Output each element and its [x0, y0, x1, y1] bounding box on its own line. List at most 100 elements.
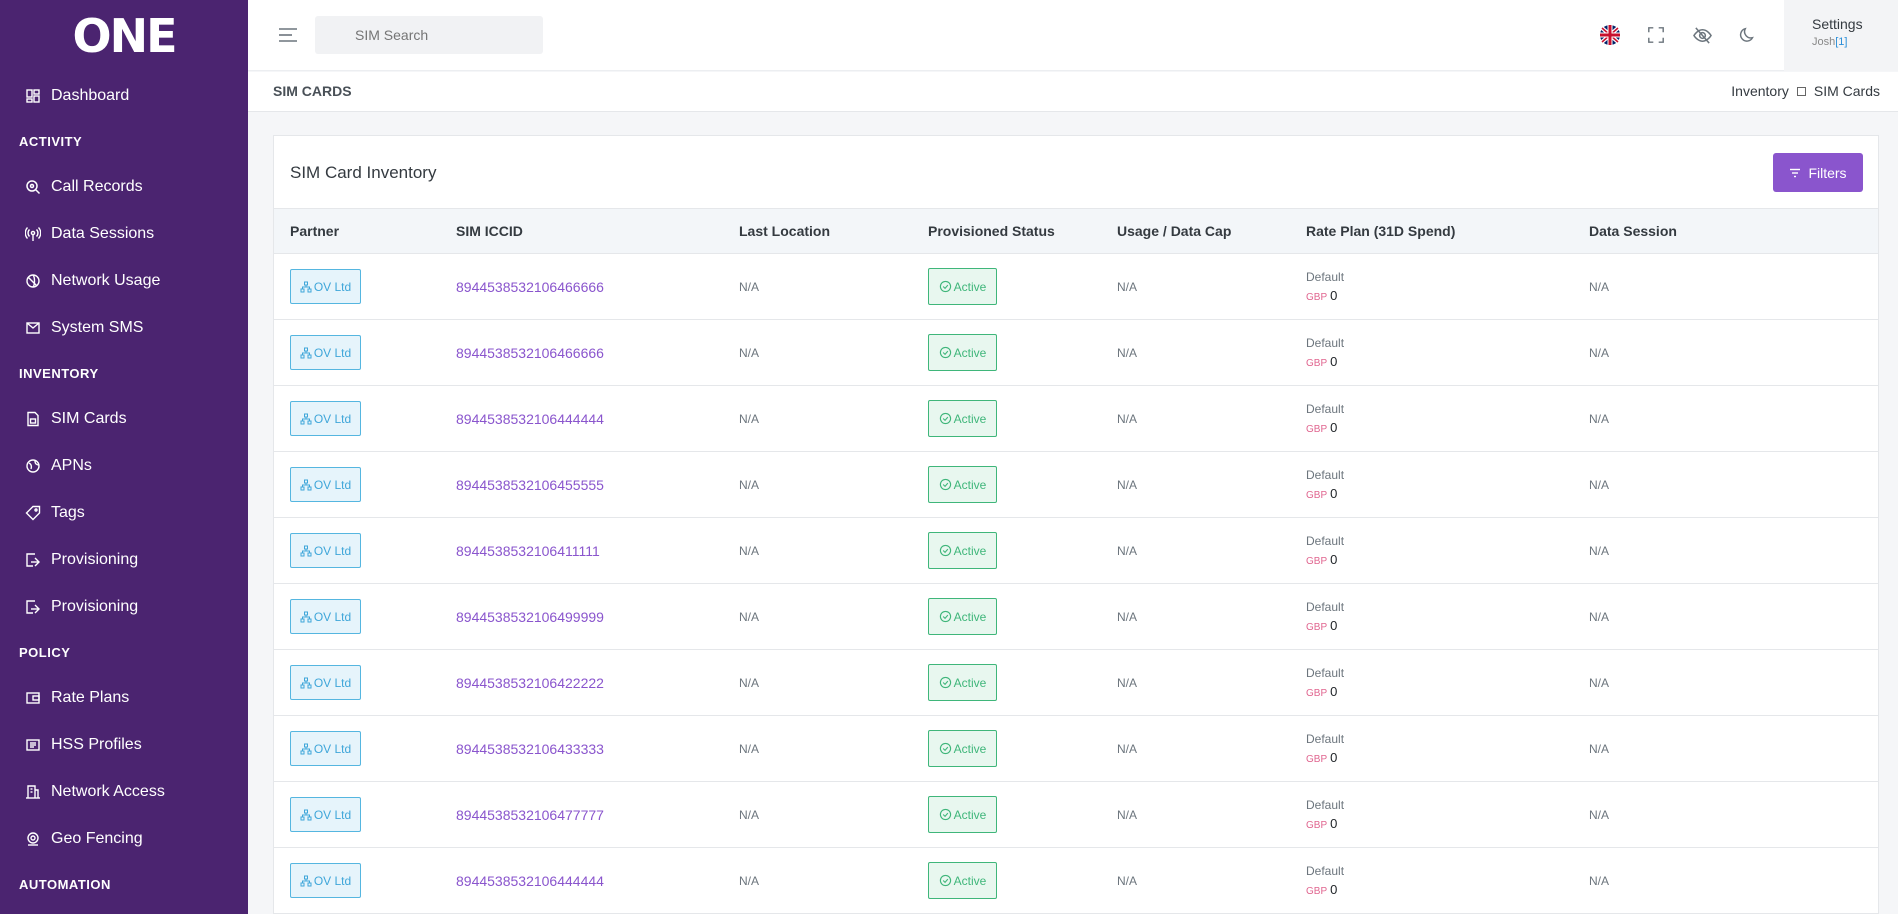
table-row[interactable]: OV Ltd 8944538532106433333 N/A Active N/…: [274, 715, 1878, 782]
cell-iccid: 8944538532106433333: [456, 715, 739, 782]
cell-usage: N/A: [1117, 517, 1306, 584]
column-header-usage[interactable]: Usage / Data Cap: [1117, 208, 1306, 254]
breadcrumb-inventory[interactable]: Inventory: [1731, 83, 1789, 99]
sim-search-input[interactable]: [315, 16, 543, 54]
eye-off-icon[interactable]: [1691, 24, 1713, 46]
logo-text: ONE: [72, 9, 177, 63]
table-row[interactable]: OV Ltd 8944538532106499999 N/A Active N/…: [274, 583, 1878, 650]
partner-badge[interactable]: OV Ltd: [290, 863, 361, 898]
column-header-sim-iccid[interactable]: SIM ICCID: [456, 208, 739, 254]
sidebar-item-sim-cards[interactable]: SIM Cards: [0, 395, 248, 442]
sim-iccid-link[interactable]: 8944538532106466666: [456, 279, 604, 295]
cell-partner: OV Ltd: [274, 847, 456, 914]
sidebar-item-rate-plans[interactable]: Rate Plans: [0, 674, 248, 721]
spend-amount: 0: [1330, 486, 1338, 501]
sidebar-item-hss-profiles[interactable]: HSS Profiles: [0, 721, 248, 768]
table-row[interactable]: OV Ltd 8944538532106477777 N/A Active N/…: [274, 781, 1878, 848]
cell-status: Active: [928, 319, 1117, 386]
partner-hierarchy-icon: [300, 809, 312, 820]
sidebar-item-dashboard[interactable]: Dashboard: [0, 72, 248, 119]
status-badge: Active: [928, 268, 997, 305]
sidebar-section-inventory: INVENTORY: [19, 365, 99, 381]
check-circle-icon: [939, 808, 951, 821]
sim-iccid-link[interactable]: 8944538532106455555: [456, 477, 604, 493]
uk-flag-icon[interactable]: [1599, 24, 1621, 46]
column-header-provisioned-status[interactable]: Provisioned Status: [928, 208, 1117, 254]
partner-badge[interactable]: OV Ltd: [290, 335, 361, 370]
partner-badge[interactable]: OV Ltd: [290, 731, 361, 766]
sidebar-item-network-usage[interactable]: Network Usage: [0, 257, 248, 304]
sim-iccid-link[interactable]: 8944538532106433333: [456, 741, 604, 757]
sidebar-item-tags[interactable]: Tags: [0, 489, 248, 536]
table-row[interactable]: OV Ltd 8944538532106455555 N/A Active N/…: [274, 451, 1878, 518]
check-circle-icon: [939, 346, 951, 359]
status-text: Active: [953, 675, 987, 690]
app-root: ONE Dashboard ACTIVITY Call Records Data…: [0, 0, 1898, 914]
partner-badge[interactable]: OV Ltd: [290, 533, 361, 568]
sidebar-item-call-records[interactable]: Call Records: [0, 163, 248, 210]
sim-card-inventory-card: SIM Card Inventory Filters Partner SIM I…: [273, 135, 1879, 914]
cell-data-session: N/A: [1589, 715, 1878, 782]
sim-iccid-link[interactable]: 8944538532106466666: [456, 345, 604, 361]
table-row[interactable]: OV Ltd 8944538532106444444 N/A Active N/…: [274, 385, 1878, 452]
sim-iccid-link[interactable]: 8944538532106444444: [456, 873, 604, 889]
table-row[interactable]: OV Ltd 8944538532106466666 N/A Active N/…: [274, 319, 1878, 386]
settings-user-menu[interactable]: Settings Josh[1]: [1784, 0, 1898, 71]
status-text: Active: [953, 477, 987, 492]
cell-data-session: N/A: [1589, 649, 1878, 716]
sidebar-item-network-access[interactable]: Network Access: [0, 768, 248, 815]
sidebar-item-provisioning[interactable]: Provisioning: [0, 536, 248, 583]
cell-usage: N/A: [1117, 385, 1306, 452]
column-header-last-location[interactable]: Last Location: [739, 208, 928, 254]
cell-rate-plan: Default GBP 0: [1306, 451, 1589, 518]
sidebar-item-geo-fencing[interactable]: Geo Fencing: [0, 815, 248, 862]
partner-badge[interactable]: OV Ltd: [290, 467, 361, 502]
partner-badge[interactable]: OV Ltd: [290, 665, 361, 700]
user-info: Josh[1]: [1812, 36, 1898, 48]
cell-data-session: N/A: [1589, 253, 1878, 320]
currency-code: GBP: [1306, 424, 1328, 435]
currency-code: GBP: [1306, 688, 1328, 699]
partner-name: OV Ltd: [313, 477, 352, 492]
partner-hierarchy-icon: [300, 413, 312, 424]
cell-rate-plan: Default GBP 0: [1306, 781, 1589, 848]
menu-toggle-icon[interactable]: [278, 25, 298, 45]
status-badge: Active: [928, 466, 997, 503]
partner-badge[interactable]: OV Ltd: [290, 269, 361, 304]
cell-iccid: 8944538532106444444: [456, 847, 739, 914]
cell-rate-plan: Default GBP 0: [1306, 385, 1589, 452]
sidebar-item-label: Provisioning: [51, 550, 139, 568]
status-badge: Active: [928, 730, 997, 767]
table-row[interactable]: OV Ltd 8944538532106411111 N/A Active N/…: [274, 517, 1878, 584]
cell-partner: OV Ltd: [274, 385, 456, 452]
filters-label: Filters: [1808, 164, 1847, 181]
sidebar-item-data-sessions[interactable]: Data Sessions: [0, 210, 248, 257]
logo[interactable]: ONE: [0, 0, 248, 72]
currency-code: GBP: [1306, 358, 1328, 369]
fullscreen-icon[interactable]: [1645, 24, 1667, 46]
table-row[interactable]: OV Ltd 8944538532106422222 N/A Active N/…: [274, 649, 1878, 716]
partner-name: OV Ltd: [313, 675, 352, 690]
sim-iccid-link[interactable]: 8944538532106411111: [456, 543, 600, 559]
table-row[interactable]: OV Ltd 8944538532106466666 N/A Active N/…: [274, 253, 1878, 320]
sim-iccid-link[interactable]: 8944538532106477777: [456, 807, 604, 823]
sim-iccid-link[interactable]: 8944538532106444444: [456, 411, 604, 427]
column-header-data-session[interactable]: Data Session: [1589, 208, 1878, 254]
filters-button[interactable]: Filters: [1773, 153, 1863, 192]
partner-badge[interactable]: OV Ltd: [290, 797, 361, 832]
partner-badge[interactable]: OV Ltd: [290, 599, 361, 634]
column-header-rate-plan[interactable]: Rate Plan (31D Spend): [1306, 208, 1589, 254]
column-header-partner[interactable]: Partner: [274, 208, 456, 254]
table-row[interactable]: OV Ltd 8944538532106444444 N/A Active N/…: [274, 847, 1878, 914]
sim-iccid-link[interactable]: 8944538532106422222: [456, 675, 604, 691]
cell-last-location: N/A: [739, 517, 928, 584]
sidebar-item-provisioning-2[interactable]: Provisioning: [0, 583, 248, 630]
sidebar-item-apns[interactable]: APNs: [0, 442, 248, 489]
sidebar-item-system-sms[interactable]: System SMS: [0, 304, 248, 351]
partner-badge[interactable]: OV Ltd: [290, 401, 361, 436]
cell-partner: OV Ltd: [274, 253, 456, 320]
sim-iccid-link[interactable]: 8944538532106499999: [456, 609, 604, 625]
partner-name: OV Ltd: [313, 345, 352, 360]
dark-mode-moon-icon[interactable]: [1737, 24, 1759, 46]
sidebar-item-label: System SMS: [51, 318, 144, 336]
